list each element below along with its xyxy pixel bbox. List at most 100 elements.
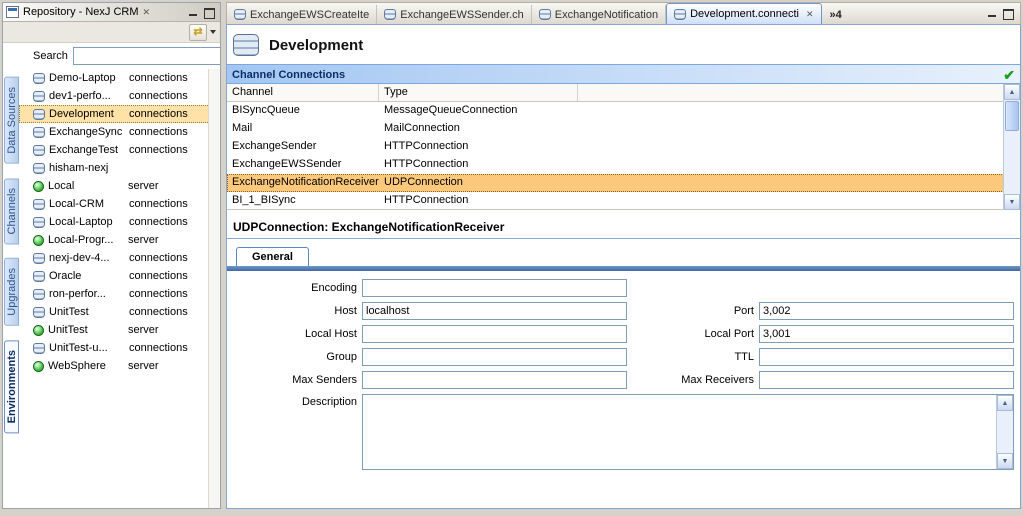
tree-item[interactable]: UnitTestserver <box>19 321 220 339</box>
table-row-selected[interactable]: ExchangeNotificationReceiverUDPConnectio… <box>227 174 1020 192</box>
maximize-editor-button[interactable] <box>1001 7 1016 20</box>
max-receivers-field[interactable] <box>759 371 1014 389</box>
search-input[interactable] <box>73 47 220 65</box>
link-with-editor-icon[interactable]: ⇄ <box>189 24 207 41</box>
editor-tab-development-active[interactable]: Development.connecti ✕ <box>666 3 821 24</box>
tree-item[interactable]: ExchangeTestconnections <box>19 141 220 159</box>
tree-item[interactable]: dev1-perfo...connections <box>19 87 220 105</box>
description-field[interactable]: ▲ ▼ <box>362 394 1014 470</box>
host-label: Host <box>227 305 357 317</box>
scroll-up-icon[interactable]: ▲ <box>1004 84 1020 100</box>
tree-item[interactable]: UnitTestconnections <box>19 303 220 321</box>
close-view-icon[interactable]: ✕ <box>143 7 151 17</box>
ttl-field[interactable] <box>759 348 1014 366</box>
tree-item[interactable]: Oracleconnections <box>19 267 220 285</box>
host-field[interactable] <box>362 302 627 320</box>
tree-item[interactable]: nexj-dev-4...connections <box>19 249 220 267</box>
cell-channel: Mail <box>227 120 379 138</box>
editor-tab-exchangenotification[interactable]: ExchangeNotification <box>532 5 666 24</box>
port-field[interactable] <box>759 302 1014 320</box>
close-tab-icon[interactable]: ✕ <box>806 9 814 20</box>
encoding-field[interactable] <box>362 279 627 297</box>
environments-tree: Demo-Laptopconnections dev1-perfo...conn… <box>19 69 220 375</box>
table-scrollbar[interactable]: ▲ ▼ <box>1003 84 1020 210</box>
tree-item[interactable]: ExchangeSyncconnections <box>19 123 220 141</box>
cell-type: HTTPConnection <box>379 156 578 174</box>
tree-item-type: connections <box>129 144 188 156</box>
tree-item-type: connections <box>129 306 188 318</box>
side-tab-environments[interactable]: Environments <box>4 340 19 433</box>
connections-icon <box>33 253 45 264</box>
tree-item[interactable]: Demo-Laptopconnections <box>19 69 220 87</box>
tree-item-type: connections <box>129 216 188 228</box>
max-senders-field[interactable] <box>362 371 627 389</box>
side-tab-data-sources[interactable]: Data Sources <box>4 77 19 164</box>
ttl-label: TTL <box>632 351 754 363</box>
table-row[interactable]: MailMailConnection <box>227 120 1020 138</box>
port-label: Port <box>632 305 754 317</box>
editor-tabbar: ExchangeEWSCreateIte ExchangeEWSSender.c… <box>226 2 1021 24</box>
column-header-type[interactable]: Type <box>379 84 578 101</box>
editor-tab-exchangeewssender[interactable]: ExchangeEWSSender.ch <box>377 5 532 24</box>
tree-scrollbar[interactable] <box>208 69 220 508</box>
cell-channel: ExchangeSender <box>227 138 379 156</box>
table-row[interactable]: BI_1_BISyncHTTPConnection <box>227 192 1020 210</box>
description-scrollbar[interactable]: ▲ ▼ <box>996 395 1013 469</box>
scroll-down-icon[interactable]: ▼ <box>1004 194 1020 210</box>
tab-general[interactable]: General <box>236 247 309 266</box>
table-header-row: Channel Type <box>227 84 1020 102</box>
table-row[interactable]: BISyncQueueMessageQueueConnection <box>227 102 1020 120</box>
detail-tabbar: General <box>227 242 1020 266</box>
connections-file-icon <box>384 9 396 20</box>
maximize-view-button[interactable] <box>202 6 217 19</box>
connections-icon <box>33 343 45 354</box>
local-host-label: Local Host <box>227 328 357 340</box>
tree-item-type: connections <box>129 108 188 120</box>
connections-icon <box>33 163 45 174</box>
tree-item[interactable]: Local-Laptopconnections <box>19 213 220 231</box>
cell-channel: BISyncQueue <box>227 102 379 120</box>
tree-item[interactable]: ron-perfor...connections <box>19 285 220 303</box>
tree-item[interactable]: hisham-nexj <box>19 159 220 177</box>
column-header-channel[interactable]: Channel <box>227 84 379 101</box>
scrollbar-thumb[interactable] <box>1005 101 1019 131</box>
tree-item-name: Local-CRM <box>49 198 129 210</box>
tree-item[interactable]: UnitTest-u...connections <box>19 339 220 357</box>
tree-item-type: server <box>128 180 159 192</box>
side-tab-channels[interactable]: Channels <box>4 178 19 244</box>
tree-item-type: connections <box>129 198 188 210</box>
minimize-view-button[interactable] <box>185 6 200 19</box>
local-port-field[interactable] <box>759 325 1014 343</box>
tree-item[interactable]: Localserver <box>19 177 220 195</box>
tree-item[interactable]: Local-Progr...server <box>19 231 220 249</box>
connections-icon <box>33 91 45 102</box>
tree-item-name: ExchangeTest <box>49 144 129 156</box>
tree-item-name: Oracle <box>49 270 129 282</box>
minimize-editor-button[interactable] <box>984 7 999 20</box>
connections-icon <box>33 289 45 300</box>
side-tab-upgrades[interactable]: Upgrades <box>4 258 19 326</box>
local-host-field[interactable] <box>362 325 627 343</box>
editor-tab-label: Development.connecti <box>690 8 799 20</box>
table-row[interactable]: ExchangeSenderHTTPConnection <box>227 138 1020 156</box>
tree-item-selected[interactable]: Developmentconnections <box>19 105 220 123</box>
repository-view-icon <box>6 6 19 18</box>
group-field[interactable] <box>362 348 627 366</box>
tab-overflow-chevron[interactable]: »4 <box>830 9 842 21</box>
validate-check-icon[interactable]: ✔ <box>1003 65 1015 85</box>
scroll-up-icon[interactable]: ▲ <box>997 395 1013 411</box>
cell-channel: ExchangeEWSSender <box>227 156 379 174</box>
editor-tab-label: ExchangeEWSSender.ch <box>400 9 524 21</box>
connections-file-icon <box>234 9 246 20</box>
tree-item-name: Local-Laptop <box>49 216 129 228</box>
connections-icon <box>33 145 45 156</box>
view-menu-chevron-icon[interactable] <box>210 30 216 34</box>
tree-item[interactable]: WebSphereserver <box>19 357 220 375</box>
table-row[interactable]: ExchangeEWSSenderHTTPConnection <box>227 156 1020 174</box>
application-window: Repository - NexJ CRM ✕ ⇄ Search Data So… <box>0 0 1023 516</box>
scroll-down-icon[interactable]: ▼ <box>997 453 1013 469</box>
cell-channel: BI_1_BISync <box>227 192 379 209</box>
editor-tab-exchangeewscreateite[interactable]: ExchangeEWSCreateIte <box>227 5 377 24</box>
tree-item[interactable]: Local-CRMconnections <box>19 195 220 213</box>
server-icon <box>33 235 44 246</box>
